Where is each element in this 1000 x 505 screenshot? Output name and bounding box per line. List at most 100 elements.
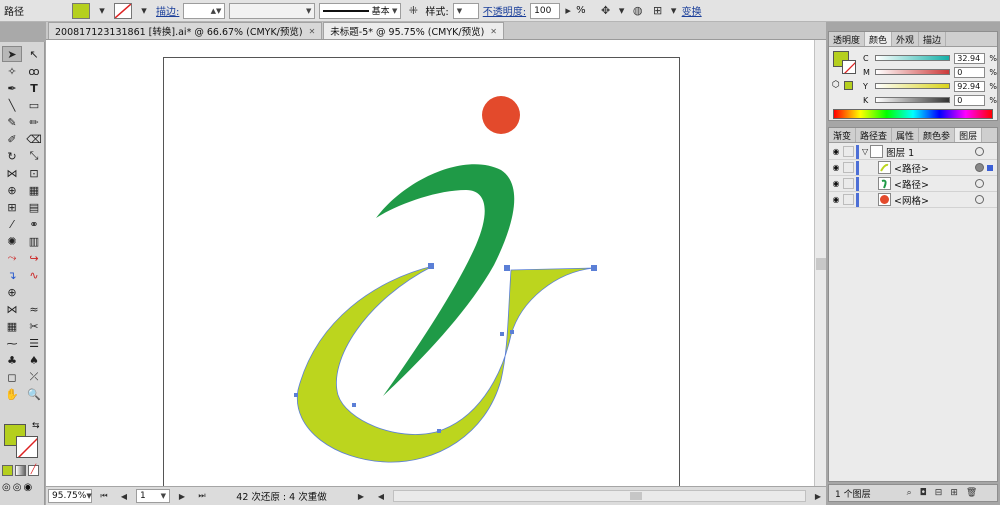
opacity-field[interactable]: 100: [530, 2, 561, 19]
sublayer-row[interactable]: ◉ <路径>: [829, 176, 997, 192]
gradient-mode-icon[interactable]: [15, 465, 26, 476]
vertical-scrollbar[interactable]: [814, 40, 826, 486]
next-artboard-icon[interactable]: ▶: [174, 488, 190, 504]
blend-tool-icon[interactable]: ⚭: [24, 216, 44, 232]
color-panel-stroke-swatch[interactable]: [842, 60, 856, 74]
artboard-tool-icon[interactable]: ◻: [2, 369, 22, 385]
warp-tool-icon[interactable]: ⋈: [2, 301, 22, 317]
cyan-slider[interactable]: [874, 55, 951, 61]
horizontal-scrollbar[interactable]: [393, 490, 806, 502]
tab-document-2[interactable]: 未标题-5* @ 95.75% (CMYK/预览) ✕: [323, 22, 504, 39]
first-artboard-icon[interactable]: ⏮: [96, 488, 112, 504]
anchor-point-tool-icon[interactable]: ⤳: [2, 250, 22, 266]
anchor-point[interactable]: [352, 403, 356, 407]
anchor-point[interactable]: [510, 330, 514, 334]
eye-icon[interactable]: ◉: [829, 195, 843, 204]
rotate-tool-icon[interactable]: ↻: [2, 148, 22, 164]
target-icon[interactable]: ⊕: [2, 284, 22, 300]
list-tool-icon[interactable]: ☰: [24, 335, 44, 351]
chevron-down-icon[interactable]: ▾: [618, 3, 626, 19]
anchor-point[interactable]: [500, 332, 504, 336]
perspective-grid-tool-icon[interactable]: ▦: [24, 182, 44, 198]
anchor-point[interactable]: [437, 429, 441, 433]
chevron-down-icon[interactable]: ▾: [136, 3, 152, 19]
free-transform-tool-icon[interactable]: ⊡: [24, 165, 44, 181]
none-mode-icon[interactable]: ╱: [28, 465, 39, 476]
layer-name[interactable]: 图层 1: [886, 145, 975, 159]
live-paint-select-icon[interactable]: ♠: [24, 352, 44, 368]
close-icon[interactable]: ✕: [309, 27, 316, 36]
scroll-left-icon[interactable]: ◀: [373, 488, 389, 504]
tab-layers[interactable]: 图层: [955, 128, 983, 142]
fill-swatch[interactable]: [72, 2, 90, 19]
stroke-swatch[interactable]: [114, 2, 132, 19]
gradient-tool-icon[interactable]: ▤: [24, 199, 44, 215]
symbol-sprayer-tool-icon[interactable]: ✺: [2, 233, 22, 249]
paintbrush-tool-icon[interactable]: ✎: [2, 114, 22, 130]
stroke-swatch-large[interactable]: [16, 436, 38, 458]
scroll-thumb[interactable]: [630, 492, 642, 500]
scissors-tool-icon[interactable]: ✂: [24, 318, 44, 334]
draw-normal-icon[interactable]: ◎: [2, 482, 11, 493]
magenta-value[interactable]: 0: [954, 66, 986, 78]
scroll-thumb[interactable]: [816, 258, 826, 270]
lock-toggle[interactable]: [843, 162, 854, 173]
arrange-icon[interactable]: ⁜: [405, 3, 421, 19]
prev-artboard-icon[interactable]: ◀: [116, 488, 132, 504]
layer-row[interactable]: ◉ ▽ 图层 1: [829, 144, 997, 160]
tab-document-1[interactable]: 200817123131861 [转换].ai* @ 66.67% (CMYK/…: [48, 22, 323, 39]
black-value[interactable]: 0: [954, 94, 986, 106]
selection-indicator[interactable]: [987, 149, 993, 155]
pen-tool-icon[interactable]: ✒: [2, 80, 22, 96]
shape-builder-tool-icon[interactable]: ⊕: [2, 182, 22, 198]
scale-tool-icon[interactable]: ⤡: [24, 148, 44, 164]
recolor-icon[interactable]: ✥: [598, 3, 614, 19]
smooth-tool-icon[interactable]: ∿: [24, 267, 44, 283]
chevron-down-icon[interactable]: ▾: [94, 3, 110, 19]
isolate-icon[interactable]: ◍: [630, 3, 646, 19]
knife-tool-icon[interactable]: ⁓: [2, 335, 22, 351]
lock-toggle[interactable]: [843, 146, 854, 157]
artboard-number-select[interactable]: 1 ▼: [136, 489, 170, 503]
expand-icon[interactable]: ▽: [862, 147, 868, 156]
status-menu-icon[interactable]: ▶: [353, 488, 369, 504]
brush-definition[interactable]: 基本 ▼: [319, 2, 402, 19]
new-layer-icon[interactable]: ⊞: [950, 488, 958, 498]
direct-selection-tool-icon[interactable]: ↖: [24, 46, 44, 62]
artwork[interactable]: [46, 40, 814, 486]
anchor-point[interactable]: [591, 265, 597, 271]
last-color-swatch[interactable]: [844, 81, 853, 90]
convert-anchor-tool-icon[interactable]: ↴: [2, 267, 22, 283]
fill-stroke-widget[interactable]: ⇆: [4, 421, 42, 460]
anchor-point[interactable]: [428, 263, 434, 269]
line-tool-icon[interactable]: ╲: [2, 97, 22, 113]
selection-tool-icon[interactable]: ➤: [2, 46, 22, 62]
swap-colors-icon[interactable]: ⇆: [32, 421, 40, 431]
sublayer-row[interactable]: ◉ <网格>: [829, 192, 997, 208]
blob-brush-tool-icon[interactable]: ✐: [2, 131, 22, 147]
black-slider[interactable]: [874, 97, 951, 103]
twirl-tool-icon[interactable]: ≈: [24, 301, 44, 317]
yellow-j-shape[interactable]: [296, 265, 595, 463]
live-paint-tool-icon[interactable]: ♣: [2, 352, 22, 368]
tab-attributes[interactable]: 属性: [892, 128, 920, 142]
eyedropper-tool-icon[interactable]: ⁄: [2, 216, 22, 232]
item-name[interactable]: <路径>: [894, 177, 975, 191]
draw-inside-icon[interactable]: ◉: [23, 482, 32, 493]
tab-color-guide[interactable]: 颜色参: [919, 128, 956, 142]
delete-layer-icon[interactable]: 🗑: [966, 488, 977, 498]
locate-object-icon[interactable]: ⌕: [907, 488, 912, 498]
make-clipping-mask-icon[interactable]: ◘: [920, 488, 927, 498]
scroll-right-icon[interactable]: ▶: [810, 488, 826, 504]
tab-color[interactable]: 颜色: [865, 32, 893, 46]
red-dot-shape[interactable]: [482, 96, 520, 134]
zoom-select[interactable]: 95.75% ▼: [48, 489, 92, 503]
sublayer-row[interactable]: ◉ <路径>: [829, 160, 997, 176]
curvature-tool-icon[interactable]: ↪: [24, 250, 44, 266]
lock-toggle[interactable]: [843, 194, 854, 205]
yellow-slider[interactable]: [874, 83, 951, 89]
magenta-slider[interactable]: [874, 69, 951, 75]
yellow-value[interactable]: 92.94: [954, 80, 986, 92]
target-icon[interactable]: [975, 179, 984, 188]
anchor-point[interactable]: [294, 393, 298, 397]
